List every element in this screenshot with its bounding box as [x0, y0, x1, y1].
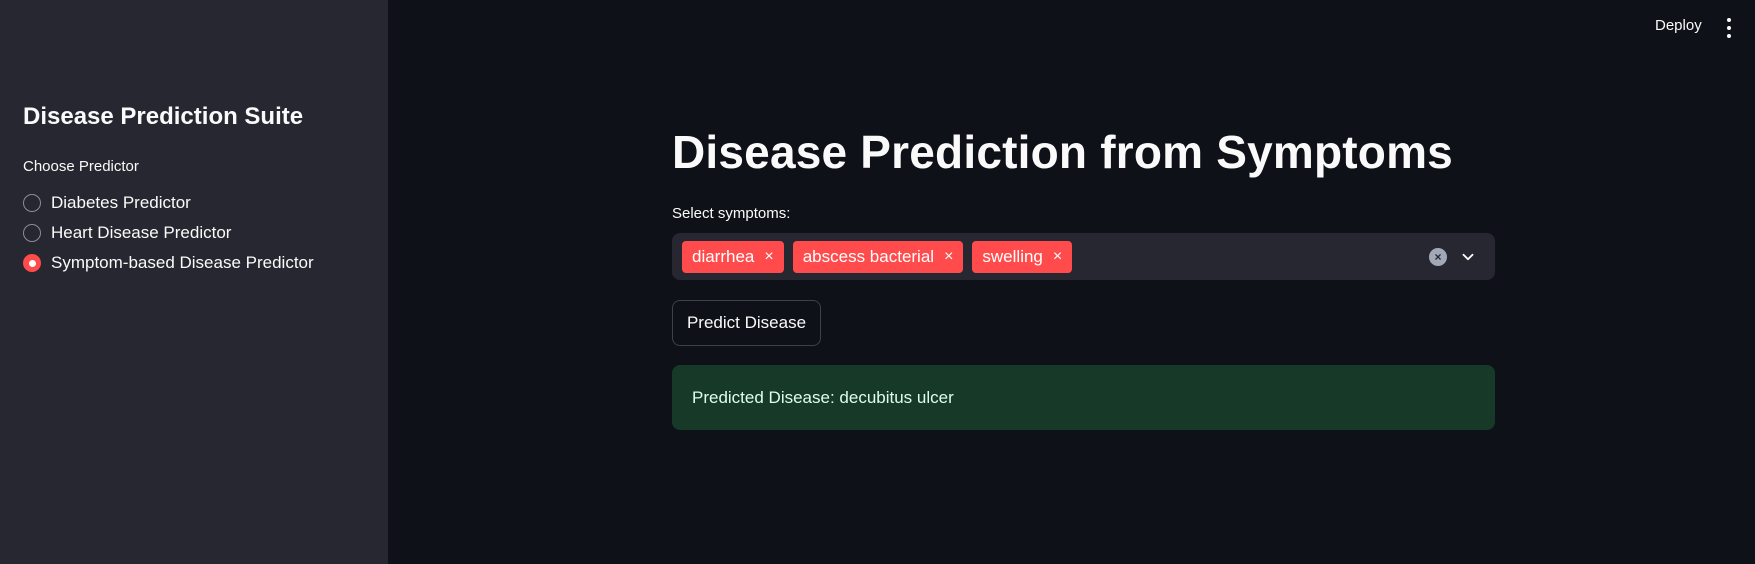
deploy-button[interactable]: Deploy	[1655, 17, 1702, 34]
tag-remove-icon[interactable]: ×	[944, 248, 953, 265]
predictor-radio-group: Diabetes Predictor Heart Disease Predict…	[23, 188, 314, 278]
symptom-tag: diarrhea ×	[682, 240, 784, 273]
chevron-down-icon[interactable]	[1459, 248, 1477, 266]
symptoms-multiselect[interactable]: diarrhea × abscess bacterial × swelling …	[672, 233, 1495, 280]
radio-option-label: Symptom-based Disease Predictor	[51, 253, 314, 272]
prediction-result-text: Predicted Disease: decubitus ulcer	[692, 387, 954, 407]
symptom-tag: swelling ×	[972, 240, 1073, 273]
tag-label: abscess bacterial	[802, 246, 935, 266]
prediction-success-alert: Predicted Disease: decubitus ulcer	[672, 365, 1495, 430]
radio-option-symptom-based[interactable]: Symptom-based Disease Predictor	[23, 248, 314, 278]
predict-disease-button[interactable]: Predict Disease	[672, 300, 821, 346]
radio-option-label: Heart Disease Predictor	[51, 223, 232, 242]
menu-dot	[1727, 26, 1731, 30]
app-root: Disease Prediction Suite Choose Predicto…	[0, 0, 1755, 564]
radio-unchecked-icon	[23, 194, 41, 212]
sidebar-title: Disease Prediction Suite	[23, 103, 304, 130]
page-title: Disease Prediction from Symptoms	[672, 126, 1453, 178]
radio-option-heart-disease[interactable]: Heart Disease Predictor	[23, 218, 314, 248]
sidebar: Disease Prediction Suite Choose Predicto…	[0, 0, 388, 564]
radio-option-label: Diabetes Predictor	[51, 193, 191, 212]
predictor-radio-label: Choose Predictor	[23, 158, 139, 175]
tag-remove-icon[interactable]: ×	[764, 248, 773, 265]
more-vertical-icon[interactable]	[1725, 18, 1733, 38]
radio-option-diabetes[interactable]: Diabetes Predictor	[23, 188, 314, 218]
radio-unchecked-icon	[23, 224, 41, 242]
tag-label: diarrhea	[692, 246, 755, 266]
tag-label: swelling	[982, 246, 1043, 266]
selected-tags: diarrhea × abscess bacterial × swelling …	[682, 240, 1429, 273]
clear-all-icon[interactable]: ×	[1429, 247, 1447, 266]
tag-remove-icon[interactable]: ×	[1053, 248, 1062, 265]
radio-dot	[28, 259, 36, 267]
symptom-tag: abscess bacterial ×	[792, 240, 964, 273]
menu-dot	[1727, 18, 1731, 22]
radio-checked-icon	[23, 254, 41, 272]
menu-dot	[1727, 34, 1731, 38]
symptoms-label: Select symptoms:	[672, 205, 791, 222]
